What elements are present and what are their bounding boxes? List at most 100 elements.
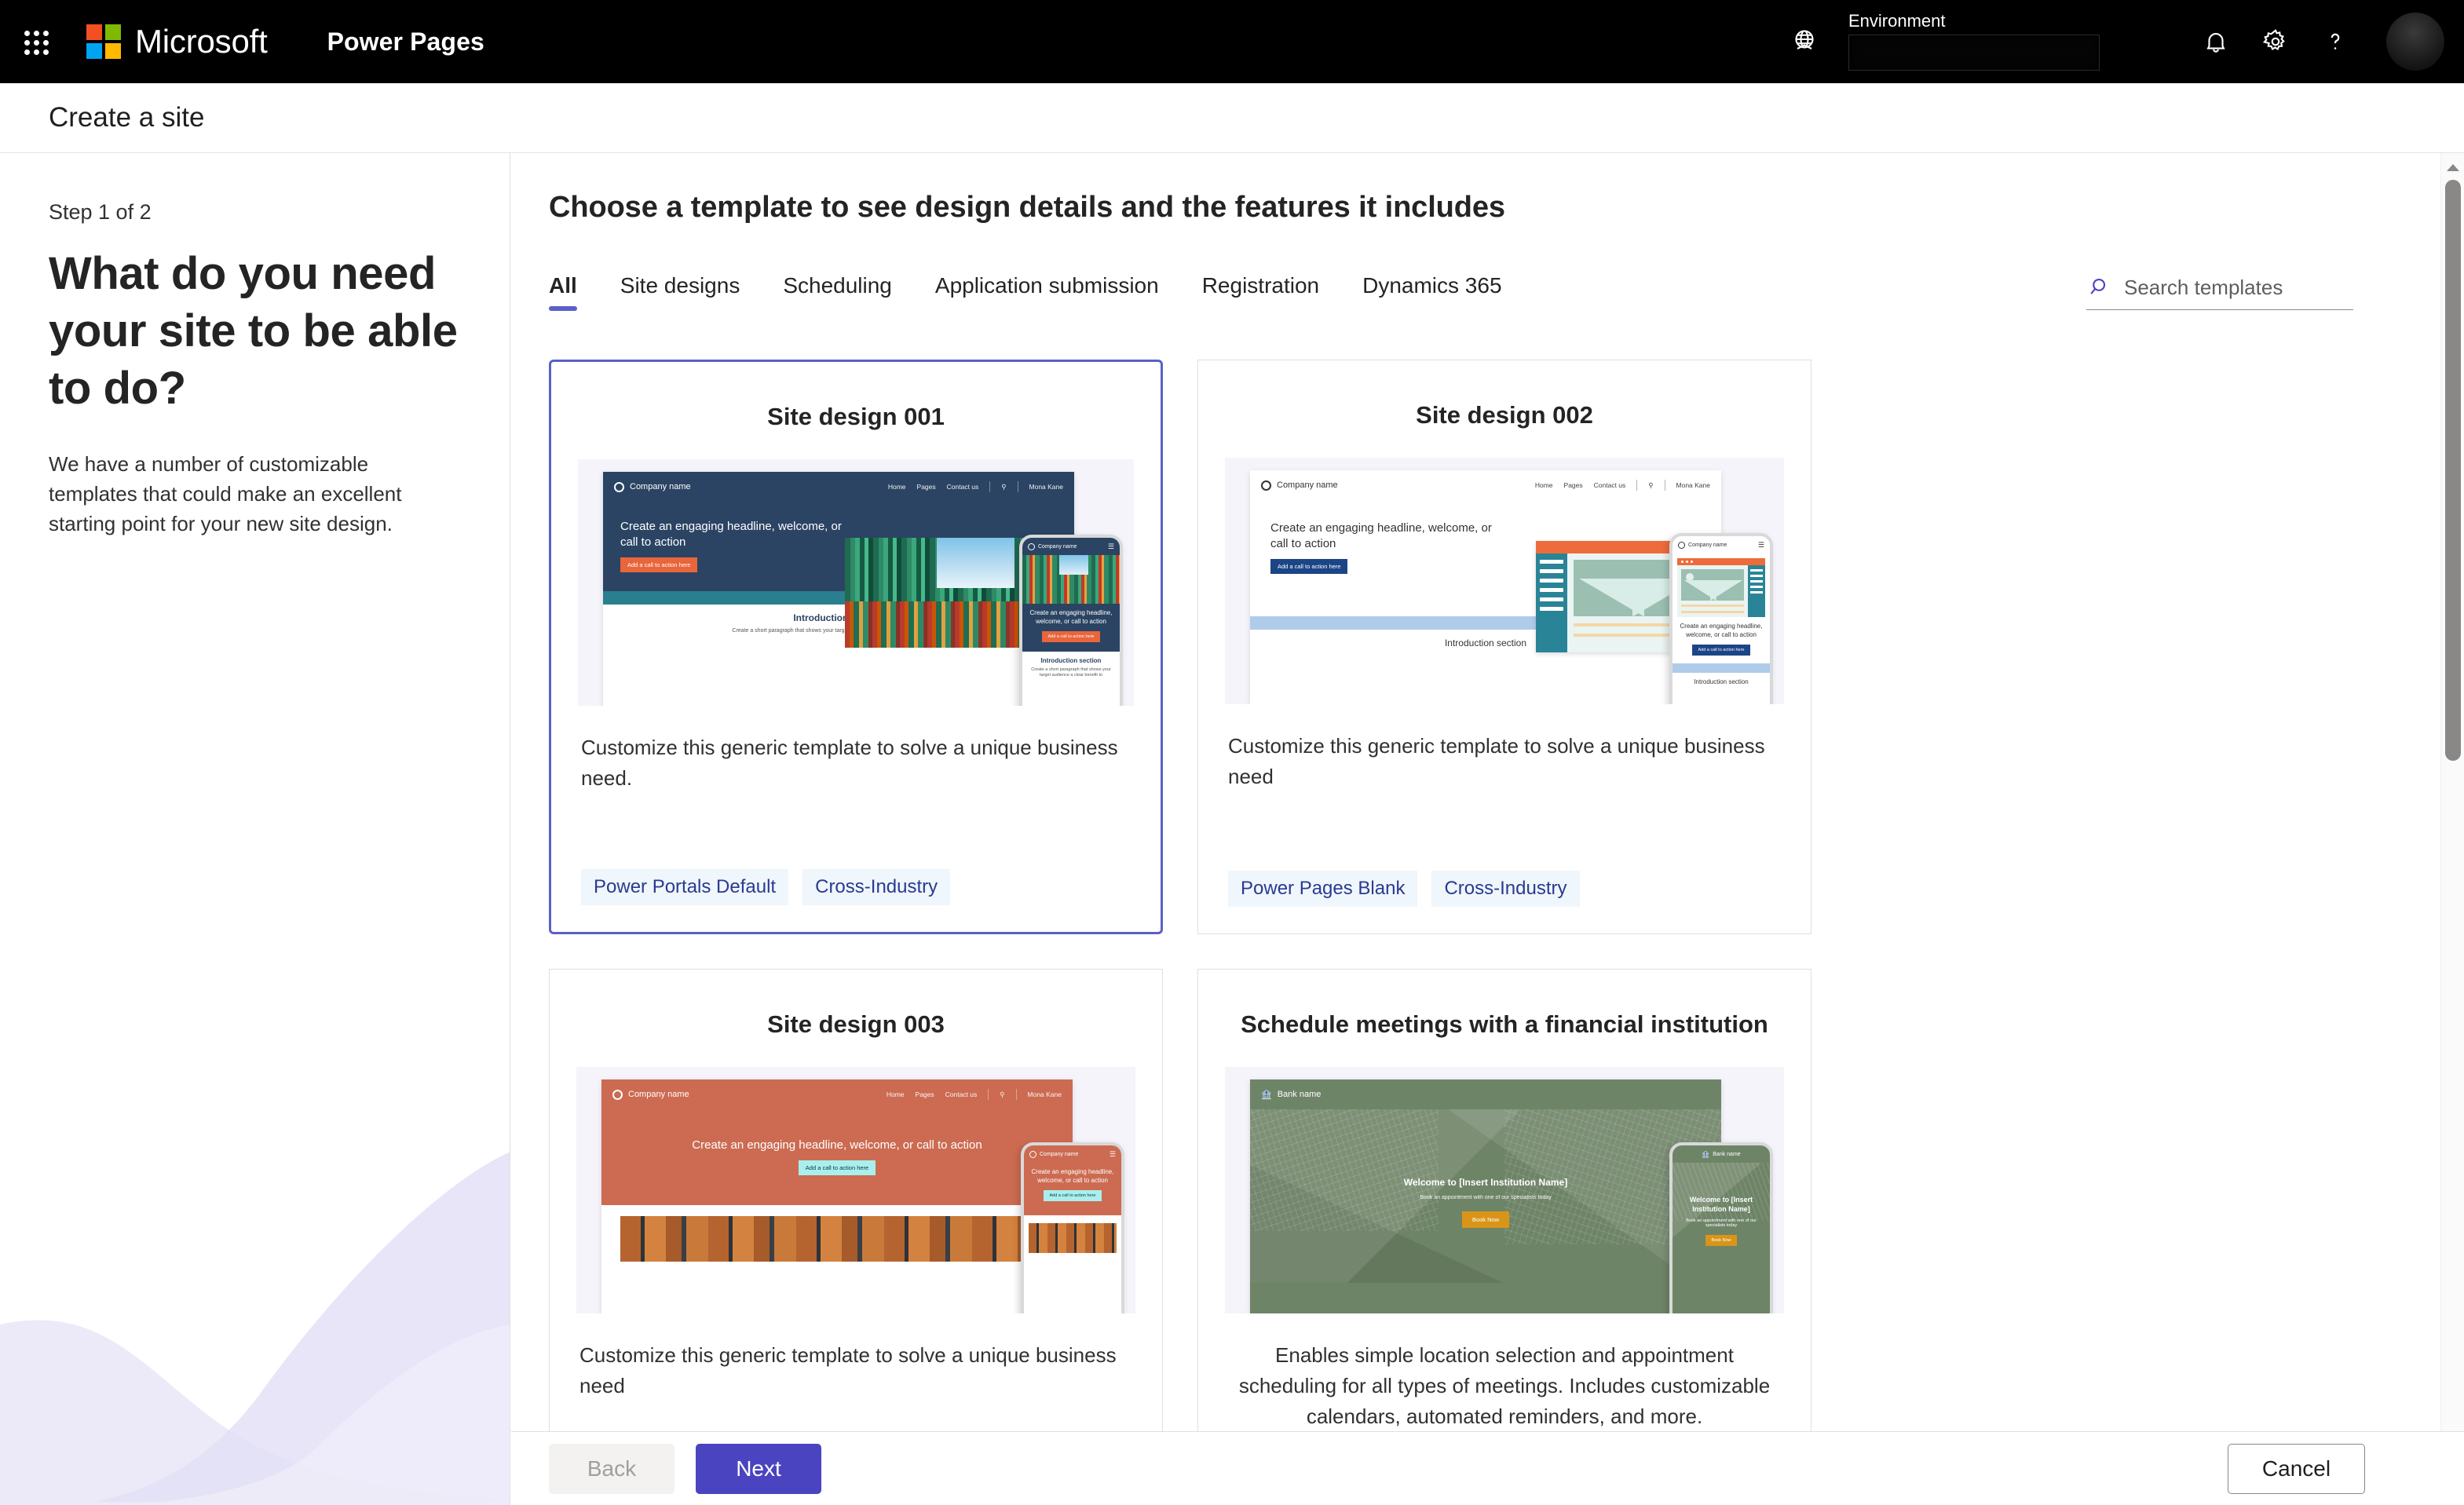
template-card-description: Customize this generic template to solve… [1228,734,1765,788]
bell-icon[interactable] [2186,12,2246,71]
thumb-nav-user: Mona Kane [1676,481,1710,489]
wizard-footer: Back Next Cancel [511,1431,2464,1505]
thumbnail-browser-mock: Company name Home Pages Contact us ⚲ Mon… [1250,470,1721,704]
template-card-schedule-meetings[interactable]: Schedule meetings with a financial insti… [1197,969,1811,1431]
phone-wireframe-graphic [1677,558,1765,617]
tab-registration[interactable]: Registration [1202,273,1319,311]
gear-icon[interactable] [2246,12,2305,71]
help-icon[interactable] [2305,12,2365,71]
thumb-headline: Create an engaging headline, welcome, or… [620,520,842,549]
thumbnail-browser-mock: Company name Home Pages Contact us ⚲ Mon… [601,1079,1073,1313]
thumb-brand-text: Company name [1277,480,1338,490]
next-button[interactable]: Next [696,1443,821,1494]
environment-value[interactable] [1848,35,2100,71]
thumb-nav-search-icon: ⚲ [1648,480,1654,489]
environment-label: Environment [1848,11,1946,31]
left-info-panel: Step 1 of 2 What do you need your site t… [0,153,510,1505]
scroll-up-arrow-icon[interactable] [2441,158,2464,177]
phone-brand-text: Company name [1040,1151,1079,1157]
thumb-subheadline: Book an appointment with one of our spec… [1420,1194,1552,1200]
template-thumbnail: 🏦 Bank name Welcome to [Insert Instituti… [1225,1067,1784,1313]
thumb-nav-home: Home [887,483,906,491]
suite-bar-actions: Environment [1781,0,2464,83]
tag-power-portals-default[interactable]: Power Portals Default [581,869,789,905]
thumb-cta-button: Add a call to action here [1270,558,1348,574]
thumbnail-phone-mock: Company name ☰ Create an engaging headli… [1019,535,1123,706]
step-indicator: Step 1 of 2 [49,200,152,224]
tag-power-pages-blank[interactable]: Power Pages Blank [1228,871,1418,907]
template-card-site-design-001[interactable]: Site design 001 Company name Home Pages … [549,360,1163,934]
phone-cta-button: Add a call to action here [1042,630,1100,642]
company-logo-icon [612,1089,623,1100]
thumbnail-browser-mock: Company name Home Pages Contact us ⚲ Mon… [603,472,1074,706]
thumb-nav-user: Mona Kane [1027,1090,1062,1098]
tab-application-submission[interactable]: Application submission [935,273,1159,311]
app-launcher-icon[interactable] [17,24,53,60]
app-name-power-pages[interactable]: Power Pages [327,27,484,57]
thumb-nav-pages: Pages [1563,481,1583,489]
phone-headline: Create an engaging headline, welcome, or… [1029,609,1113,625]
tag-cross-industry[interactable]: Cross-Industry [802,869,951,905]
tab-site-designs[interactable]: Site designs [620,273,740,311]
thumb-photo-strip [620,1215,1054,1262]
thumb-nav-home: Home [886,1090,905,1098]
page-title-bar: Create a site [0,83,2464,153]
environment-selector[interactable]: Environment [1848,6,2100,77]
scrollbar-thumb[interactable] [2445,180,2461,761]
tab-all[interactable]: All [549,273,577,311]
tab-dynamics-365[interactable]: Dynamics 365 [1362,273,1501,311]
phone-cta-button: Add a call to action here [1692,644,1750,656]
main-scrollbar[interactable] [2440,153,2464,1431]
phone-cta-button: Book Now [1705,1235,1737,1247]
search-templates-box[interactable] [2086,273,2353,310]
thumbnail-phone-mock: Company name ☰ Create an engaging headli… [1021,1142,1124,1313]
filter-tabs: All Site designs Scheduling Application … [549,273,1545,311]
microsoft-logo[interactable]: Microsoft [86,23,268,60]
template-card-title: Site design 003 [767,1010,945,1038]
thumb-brand-text: Company name [630,482,691,491]
phone-intro-title: Introduction section [1040,656,1102,664]
company-logo-icon [1261,480,1271,491]
filter-tabs-row: All Site designs Scheduling Application … [549,273,2426,311]
globe-icon[interactable] [1781,18,1828,65]
phone-accent-bar [1673,663,1770,673]
template-card-description: Enables simple location selection and ap… [1238,1343,1771,1428]
user-avatar[interactable] [2378,4,2453,79]
decorative-wave-graphic [0,1152,510,1505]
phone-intro-text: Create a short paragraph that shows your… [1031,667,1111,678]
tag-cross-industry[interactable]: Cross-Industry [1431,871,1580,907]
template-chooser-main: Choose a template to see design details … [511,153,2464,1431]
thumb-nav-pages: Pages [915,1090,934,1098]
phone-intro-title: Introduction section [1694,678,1749,685]
template-card-tags: Power Pages Blank Cross-Industry [1198,871,1811,933]
search-input[interactable] [2124,275,2336,300]
bank-icon: 🏦 [1702,1150,1710,1158]
avatar-image [2386,13,2444,71]
thumb-nav-contact: Contact us [945,1090,978,1098]
tab-scheduling[interactable]: Scheduling [783,273,892,311]
phone-photo-strip [1029,1222,1117,1253]
hamburger-menu-icon: ☰ [1109,1149,1116,1158]
template-card-site-design-003[interactable]: Site design 003 Company name Home Pages … [549,969,1163,1431]
thumb-brand-text: Bank name [1277,1090,1322,1099]
bank-icon: 🏦 [1261,1090,1272,1100]
phone-brand-text: Company name [1688,542,1727,548]
template-card-description: Customize this generic template to solve… [581,736,1118,790]
company-logo-icon [1678,541,1685,549]
thumb-nav-contact: Contact us [946,483,979,491]
thumb-brand-text: Company name [628,1090,689,1099]
thumb-headline: Create an engaging headline, welcome, or… [1270,521,1492,550]
back-button[interactable]: Back [549,1443,674,1494]
search-icon [2086,273,2115,301]
thumb-nav-user: Mona Kane [1029,483,1063,491]
thumb-nav-home: Home [1534,481,1553,489]
cancel-button[interactable]: Cancel [2228,1443,2365,1494]
thumbnail-phone-mock: Company name ☰ Create an engaging headli… [1669,533,1773,704]
template-card-site-design-002[interactable]: Site design 002 Company name Home Pages … [1197,360,1811,934]
thumb-headline: Create an engaging headline, welcome, or… [692,1138,982,1152]
phone-hero-photo [1022,555,1120,604]
phone-subheadline: Book an appointment with one of our spec… [1686,1218,1757,1229]
template-card-tags: Power Portals Default Cross-Industry [551,869,1161,932]
company-logo-icon [1029,1150,1036,1158]
phone-brand-text: Bank name [1713,1151,1741,1157]
